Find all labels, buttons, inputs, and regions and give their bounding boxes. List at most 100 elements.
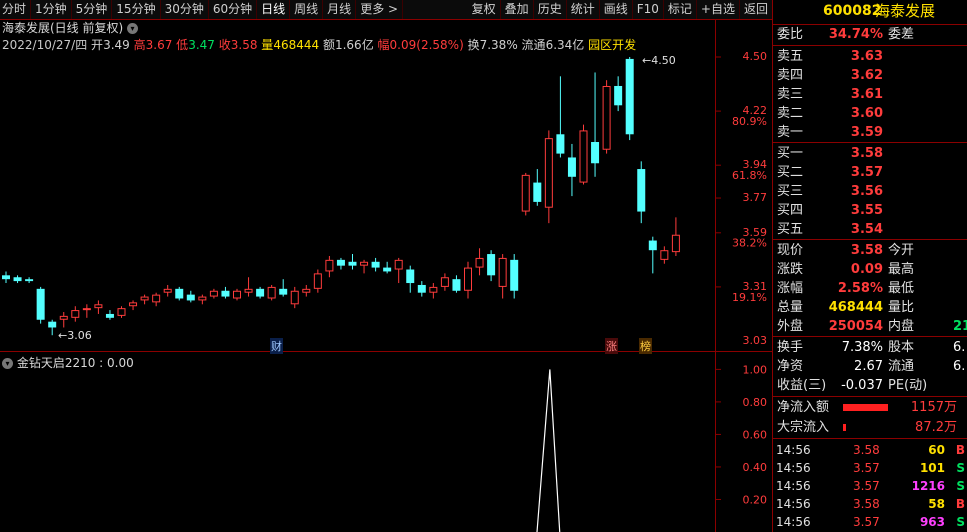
candle xyxy=(290,286,299,309)
stat-value-2: 218 xyxy=(953,319,967,334)
candle-body xyxy=(464,267,472,291)
ask-label: 卖四 xyxy=(777,68,804,83)
fuquan-button[interactable]: 复权 xyxy=(468,0,501,19)
quote-panel: 600082 海泰发展 委比 34.74% 委差 卖五 3.63 卖四 3.62 卖三 3… xyxy=(773,0,967,532)
candle-body xyxy=(105,313,114,318)
candle xyxy=(567,143,576,197)
candle xyxy=(371,257,380,272)
chart-info: 海泰发展(日线 前复权) ▾ 2022/10/27/四 开3.49 高3.67 … xyxy=(0,20,772,54)
tick-volume: 60 xyxy=(928,443,945,457)
tab-15min[interactable]: 15分钟 xyxy=(112,0,161,19)
tab-fenshi[interactable]: 分时 xyxy=(0,0,32,19)
ask-price: 3.59 xyxy=(850,125,883,140)
candle xyxy=(394,257,403,284)
marker-dragon-tiger[interactable]: 榜 xyxy=(639,338,652,354)
back-button[interactable]: 返回 xyxy=(740,0,772,19)
change-value: 0.09(2.58%) xyxy=(389,38,464,52)
chevron-down-icon[interactable]: ▾ xyxy=(127,23,139,34)
ask-row: 卖四 3.62 xyxy=(773,66,967,85)
tick-side: B xyxy=(955,497,965,511)
bid-row: 买四 3.55 xyxy=(773,201,967,220)
f10-button[interactable]: F10 xyxy=(633,0,664,19)
chevron-down-icon[interactable]: ▾ xyxy=(2,358,13,369)
high-price-mark: ←4.50 xyxy=(642,54,676,67)
candle-body xyxy=(175,288,184,299)
divider xyxy=(773,396,967,397)
close-value: 3.58 xyxy=(230,38,258,52)
candle xyxy=(648,236,657,274)
tab-daily[interactable]: 日线 xyxy=(257,0,291,19)
candle xyxy=(140,294,149,305)
ask-row: 卖一 3.59 xyxy=(773,123,967,142)
candle xyxy=(360,259,369,274)
candle xyxy=(660,246,669,264)
candle-body xyxy=(394,259,403,270)
float-value: 6.34亿 xyxy=(545,38,585,52)
draw-button[interactable]: 画线 xyxy=(600,0,633,19)
candle xyxy=(244,277,253,297)
stat-label: 涨跌 xyxy=(777,262,804,277)
tick-row: 14:56 3.58 60 B xyxy=(773,441,967,459)
candle-body xyxy=(648,240,657,251)
candle-body xyxy=(533,182,542,202)
candle xyxy=(175,286,184,301)
tab-more[interactable]: 更多 > xyxy=(356,0,404,19)
ask-price: 3.60 xyxy=(850,106,883,121)
ask-row: 卖三 3.61 xyxy=(773,85,967,104)
low-price-mark: ←3.06 xyxy=(58,329,92,342)
tab-60min[interactable]: 60分钟 xyxy=(209,0,258,19)
candle-body xyxy=(637,169,646,212)
concept-tag[interactable]: 园区开发 xyxy=(588,38,636,52)
tab-weekly[interactable]: 周线 xyxy=(290,0,324,19)
candle-body xyxy=(59,315,68,320)
candle xyxy=(94,300,103,314)
tab-1min[interactable]: 1分钟 xyxy=(31,0,72,19)
indicator-axis-label: 0.80 xyxy=(743,396,768,409)
candle-body xyxy=(429,286,438,293)
overlay-button[interactable]: 叠加 xyxy=(501,0,534,19)
candle-body xyxy=(602,85,611,150)
candle xyxy=(163,284,172,297)
mark-button[interactable]: 标记 xyxy=(664,0,697,19)
tab-5min[interactable]: 5分钟 xyxy=(72,0,113,19)
history-button[interactable]: 历史 xyxy=(534,0,567,19)
candle-body xyxy=(152,294,161,303)
tab-30min[interactable]: 30分钟 xyxy=(161,0,209,19)
candle-body xyxy=(452,279,461,291)
fib-level-label: 19.1% xyxy=(732,291,767,304)
add-favorite-button[interactable]: +自选 xyxy=(697,0,740,19)
bid-label: 买二 xyxy=(777,165,804,180)
tick-volume: 963 xyxy=(919,515,945,529)
tab-monthly[interactable]: 月线 xyxy=(323,0,357,19)
candle-body xyxy=(13,277,22,282)
marker-limit-up[interactable]: 涨 xyxy=(605,338,618,354)
stat-label-2: 最高 xyxy=(888,262,915,277)
fib-level-label: 38.2% xyxy=(732,237,767,250)
stat-label: 外盘 xyxy=(777,319,804,334)
fib-level-label: 80.9% xyxy=(732,115,767,128)
candle xyxy=(302,284,311,297)
weicha-label: 委差 xyxy=(888,27,915,42)
tick-time: 14:56 xyxy=(776,515,811,529)
candle-body xyxy=(625,58,634,135)
stats-button[interactable]: 统计 xyxy=(567,0,600,19)
ask-label: 卖一 xyxy=(777,125,804,140)
tick-time: 14:56 xyxy=(776,497,811,511)
stat-row: 总量 468444 量比 xyxy=(773,298,967,317)
candle xyxy=(336,257,345,270)
stat-label: 涨幅 xyxy=(777,281,804,296)
marker-financial[interactable]: 财 xyxy=(270,338,283,354)
stat2-label-2: 股本 xyxy=(888,340,915,355)
tick-side: S xyxy=(956,461,965,475)
candle xyxy=(117,306,126,318)
candle-body xyxy=(406,269,415,284)
kline-chart[interactable]: 4.504.2280.9%3.9461.8%3.773.5938.2%3.311… xyxy=(0,0,772,532)
low-label: 低 xyxy=(176,38,189,52)
indicator-axis-label: 0.40 xyxy=(743,461,768,474)
weibi-row: 委比 34.74% 委差 xyxy=(773,25,967,44)
candle-body xyxy=(163,288,172,293)
candle xyxy=(406,265,415,293)
tick-volume: 101 xyxy=(919,461,945,475)
candle xyxy=(464,261,472,299)
candle xyxy=(556,76,565,158)
